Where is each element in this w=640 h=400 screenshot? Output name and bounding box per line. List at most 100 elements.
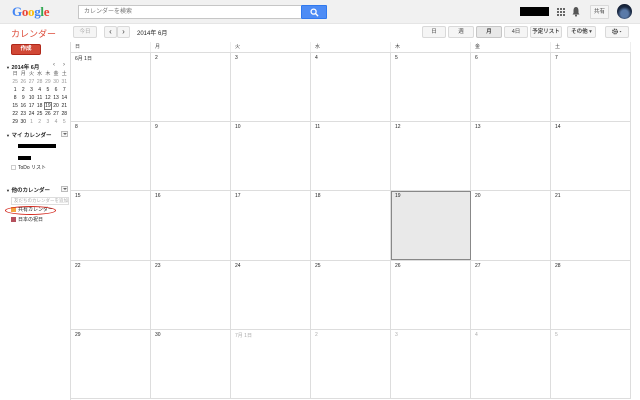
- mini-day[interactable]: 5: [44, 86, 52, 94]
- day-cell[interactable]: 16: [151, 191, 231, 260]
- day-cell[interactable]: 24: [231, 260, 311, 329]
- mini-day[interactable]: 22: [11, 110, 19, 118]
- mini-day[interactable]: 15: [11, 102, 19, 110]
- next-period-button[interactable]: ›: [117, 26, 130, 38]
- mini-day[interactable]: 16: [19, 102, 27, 110]
- day-cell[interactable]: 6月 1日: [71, 53, 151, 122]
- mini-day[interactable]: 24: [27, 110, 35, 118]
- mini-day[interactable]: 30: [52, 78, 60, 86]
- mini-day[interactable]: 23: [19, 110, 27, 118]
- mini-day[interactable]: 3: [27, 86, 35, 94]
- day-cell[interactable]: 7: [551, 53, 631, 122]
- mini-day[interactable]: 4: [52, 118, 60, 126]
- day-cell[interactable]: 2: [311, 329, 391, 398]
- my-calendars-menu-button[interactable]: [61, 131, 68, 137]
- day-cell[interactable]: 7月 1日: [231, 329, 311, 398]
- day-cell[interactable]: 17: [231, 191, 311, 260]
- mini-day[interactable]: 19: [43, 102, 52, 110]
- google-logo[interactable]: Google: [12, 4, 50, 20]
- mini-day[interactable]: 3: [44, 118, 52, 126]
- mini-day[interactable]: 26: [19, 78, 27, 86]
- mini-day[interactable]: 13: [52, 94, 60, 102]
- other-calendars-header[interactable]: ▼ 他のカレンダー: [6, 186, 50, 194]
- day-cell[interactable]: 28: [551, 260, 631, 329]
- day-cell[interactable]: 25: [311, 260, 391, 329]
- day-cell[interactable]: 3: [231, 53, 311, 122]
- mini-day[interactable]: 31: [60, 78, 68, 86]
- mini-day[interactable]: 11: [36, 94, 44, 102]
- mini-day[interactable]: 1: [27, 118, 35, 126]
- view-day-button[interactable]: 日: [422, 26, 446, 38]
- mini-prev-button[interactable]: ‹: [53, 62, 55, 68]
- day-cell-today[interactable]: 19: [391, 191, 471, 260]
- view-week-button[interactable]: 週: [448, 26, 474, 38]
- day-cell[interactable]: 9: [151, 122, 231, 191]
- today-button[interactable]: 今日: [73, 26, 97, 38]
- create-event-button[interactable]: 作成: [11, 44, 41, 55]
- mini-day[interactable]: 26: [44, 110, 52, 118]
- add-friend-calendar-input[interactable]: 友だちのカレンダーを追加: [11, 197, 69, 205]
- mini-day[interactable]: 5: [60, 118, 68, 126]
- mini-day[interactable]: 1: [11, 86, 19, 94]
- other-calendar-item[interactable]: 日本の祝日: [11, 217, 43, 224]
- my-calendar-item-redacted[interactable]: [18, 156, 31, 160]
- more-button[interactable]: その他 ▾: [567, 26, 596, 38]
- prev-period-button[interactable]: ‹: [104, 26, 117, 38]
- collapse-arrow-icon[interactable]: ▼: [6, 65, 10, 70]
- day-cell[interactable]: 4: [311, 53, 391, 122]
- day-cell[interactable]: 15: [71, 191, 151, 260]
- mini-next-button[interactable]: ›: [63, 62, 65, 68]
- mini-day[interactable]: 14: [60, 94, 68, 102]
- day-cell[interactable]: 21: [551, 191, 631, 260]
- view-month-button[interactable]: 月: [476, 26, 502, 38]
- day-cell[interactable]: 26: [391, 260, 471, 329]
- mini-day[interactable]: 27: [27, 78, 35, 86]
- share-button[interactable]: 共有: [590, 5, 609, 19]
- my-calendar-item-redacted[interactable]: [18, 144, 56, 148]
- search-button[interactable]: [301, 5, 327, 19]
- mini-day[interactable]: 30: [19, 118, 27, 126]
- day-cell[interactable]: 5: [551, 329, 631, 398]
- notifications-bell-icon[interactable]: [572, 6, 580, 17]
- day-cell[interactable]: 23: [151, 260, 231, 329]
- other-calendars-menu-button[interactable]: [61, 186, 68, 192]
- mini-day[interactable]: 10: [27, 94, 35, 102]
- day-cell[interactable]: 27: [471, 260, 551, 329]
- todo-list-item[interactable]: ToDo リスト: [11, 165, 46, 172]
- mini-day[interactable]: 27: [52, 110, 60, 118]
- day-cell[interactable]: 12: [391, 122, 471, 191]
- day-cell[interactable]: 11: [311, 122, 391, 191]
- mini-day[interactable]: 25: [11, 78, 19, 86]
- day-cell[interactable]: 22: [71, 260, 151, 329]
- mini-day[interactable]: 9: [19, 94, 27, 102]
- day-cell[interactable]: 3: [391, 329, 471, 398]
- my-calendars-header[interactable]: ▼ マイ カレンダー: [6, 131, 52, 139]
- day-cell[interactable]: 4: [471, 329, 551, 398]
- day-cell[interactable]: 14: [551, 122, 631, 191]
- mini-day[interactable]: 7: [60, 86, 68, 94]
- mini-day[interactable]: 29: [11, 118, 19, 126]
- mini-day[interactable]: 17: [27, 102, 35, 110]
- settings-button[interactable]: [605, 26, 629, 38]
- mini-day[interactable]: 29: [44, 78, 52, 86]
- mini-day[interactable]: 28: [60, 110, 68, 118]
- day-cell[interactable]: 20: [471, 191, 551, 260]
- mini-day[interactable]: 28: [36, 78, 44, 86]
- search-input[interactable]: [78, 5, 301, 19]
- mini-day[interactable]: 2: [36, 118, 44, 126]
- apps-grid-icon[interactable]: [557, 8, 565, 16]
- day-cell[interactable]: 8: [71, 122, 151, 191]
- day-cell[interactable]: 6: [471, 53, 551, 122]
- mini-day[interactable]: 8: [11, 94, 19, 102]
- user-avatar[interactable]: [617, 4, 632, 19]
- view-agenda-button[interactable]: 予定リスト: [530, 26, 562, 38]
- day-cell[interactable]: 30: [151, 329, 231, 398]
- day-cell[interactable]: 13: [471, 122, 551, 191]
- mini-day[interactable]: 6: [52, 86, 60, 94]
- view-4day-button[interactable]: 4日: [504, 26, 528, 38]
- day-cell[interactable]: 5: [391, 53, 471, 122]
- day-cell[interactable]: 2: [151, 53, 231, 122]
- mini-day[interactable]: 12: [44, 94, 52, 102]
- mini-day[interactable]: 25: [36, 110, 44, 118]
- mini-day[interactable]: 20: [52, 102, 60, 110]
